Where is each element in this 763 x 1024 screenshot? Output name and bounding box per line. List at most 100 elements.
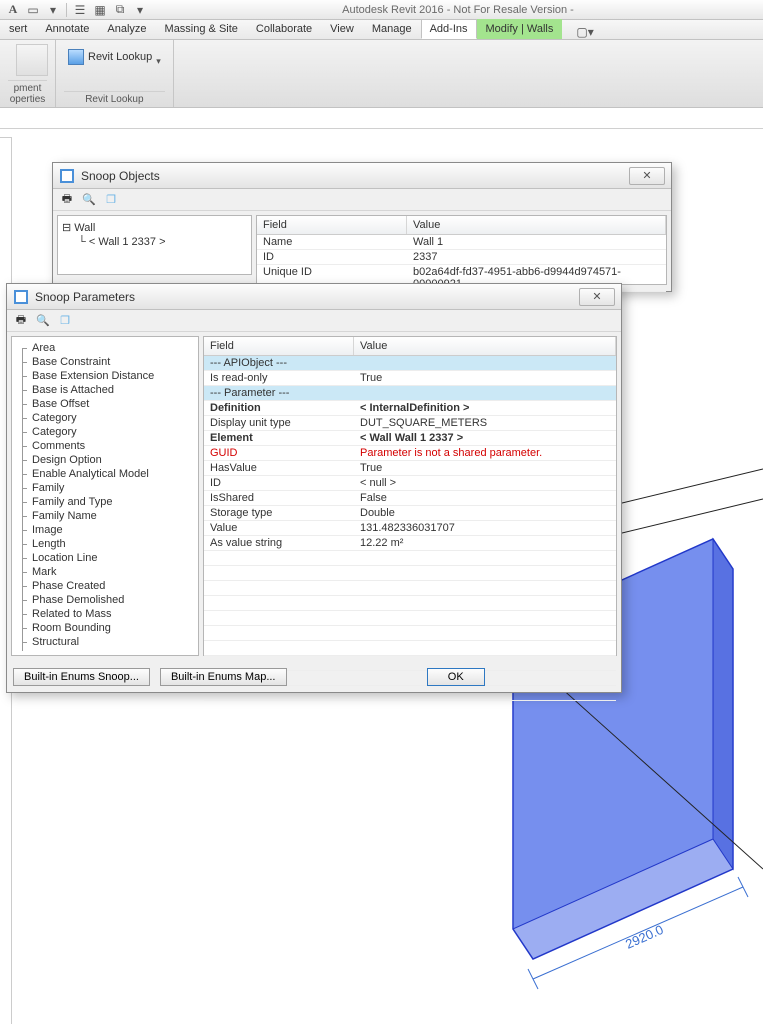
- list-item[interactable]: Structural Usage: [16, 649, 194, 651]
- dialog-toolbar: 🖶 🔍 ❐: [7, 310, 621, 332]
- table-row[interactable]: GUIDParameter is not a shared parameter.: [204, 446, 616, 461]
- cell-field: IsShared: [204, 491, 354, 505]
- table-row[interactable]: ID< null >: [204, 476, 616, 491]
- list-item[interactable]: Family Name: [16, 509, 194, 523]
- list-item[interactable]: Related to Mass: [16, 607, 194, 621]
- cell-field: --- Parameter ---: [204, 386, 354, 400]
- close-button[interactable]: ✕: [629, 167, 665, 185]
- tab-view[interactable]: View: [321, 19, 363, 39]
- ribbon-group-lookup: Revit Lookup ▾ Revit Lookup: [56, 40, 174, 107]
- close-icon: ✕: [592, 290, 601, 303]
- list-item[interactable]: Base Offset: [16, 397, 194, 411]
- list-item[interactable]: Image: [16, 523, 194, 537]
- list-item[interactable]: Family and Type: [16, 495, 194, 509]
- list-item[interactable]: Structural: [16, 635, 194, 649]
- cell-field: --- APIObject ---: [204, 356, 354, 370]
- table-row[interactable]: Value131.482336031707: [204, 521, 616, 536]
- ribbon-panel: pment operties Revit Lookup ▾ Revit Look…: [0, 40, 763, 108]
- table-row[interactable]: Storage typeDouble: [204, 506, 616, 521]
- text-tool-button[interactable]: A: [4, 2, 22, 18]
- tree-node-wall[interactable]: ⊟ Wall: [62, 220, 247, 235]
- table-row[interactable]: ID2337: [257, 250, 666, 265]
- properties-table[interactable]: Field Value --- APIObject ---Is read-onl…: [203, 336, 617, 656]
- cell-field: Value: [204, 521, 354, 535]
- view-toggle-icon[interactable]: ▢▾: [570, 25, 599, 39]
- list-item[interactable]: Enable Analytical Model: [16, 467, 194, 481]
- search-icon[interactable]: 🔍: [35, 313, 51, 329]
- table-row[interactable]: Display unit typeDUT_SQUARE_METERS: [204, 416, 616, 431]
- dialog-toolbar: 🖶 🔍 ❐: [53, 189, 671, 211]
- grid-icon[interactable]: ▦: [91, 2, 109, 18]
- cell-field: Definition: [204, 401, 354, 415]
- list-item[interactable]: Category: [16, 425, 194, 439]
- print-icon[interactable]: 🖶: [59, 192, 75, 208]
- close-sheet-icon[interactable]: ⧉: [111, 2, 129, 18]
- cell-value: False: [354, 491, 616, 505]
- list-item[interactable]: Length: [16, 537, 194, 551]
- list-item[interactable]: Design Option: [16, 453, 194, 467]
- dropdown-caret-icon[interactable]: ▾: [131, 2, 149, 18]
- cell-value: < null >: [354, 476, 616, 490]
- dialog-body: AreaBase ConstraintBase Extension Distan…: [7, 332, 621, 662]
- list-item[interactable]: Phase Demolished: [16, 593, 194, 607]
- table-row[interactable]: Element< Wall Wall 1 2337 >: [204, 431, 616, 446]
- table-header: Field Value: [257, 216, 666, 235]
- table-row[interactable]: Is read-onlyTrue: [204, 371, 616, 386]
- cell-field: Storage type: [204, 506, 354, 520]
- cell-value: < Wall Wall 1 2337 >: [354, 431, 616, 445]
- list-item[interactable]: Mark: [16, 565, 194, 579]
- list-item[interactable]: Room Bounding: [16, 621, 194, 635]
- dialog-icon: [59, 168, 75, 184]
- cell-field: HasValue: [204, 461, 354, 475]
- app-title: Autodesk Revit 2016 - Not For Resale Ver…: [153, 4, 763, 16]
- tab-massing-site[interactable]: Massing & Site: [156, 19, 247, 39]
- snoop-parameters-dialog: Snoop Parameters ✕ 🖶 🔍 ❐ AreaBase Constr…: [6, 283, 622, 693]
- search-icon[interactable]: 🔍: [81, 192, 97, 208]
- copy-icon[interactable]: ❐: [103, 192, 119, 208]
- tab-analyze[interactable]: Analyze: [98, 19, 155, 39]
- section-row[interactable]: --- APIObject ---: [204, 356, 616, 371]
- table-row[interactable]: Definition< InternalDefinition >: [204, 401, 616, 416]
- tab-manage[interactable]: Manage: [363, 19, 421, 39]
- align-icon[interactable]: ☰: [71, 2, 89, 18]
- list-item[interactable]: Family: [16, 481, 194, 495]
- section-row[interactable]: --- Parameter ---: [204, 386, 616, 401]
- properties-table[interactable]: Field Value NameWall 1ID2337Unique IDb02…: [256, 215, 667, 285]
- dropdown-caret-icon[interactable]: ▾: [44, 2, 62, 18]
- ok-button[interactable]: OK: [427, 668, 485, 686]
- revit-lookup-button[interactable]: Revit Lookup ▾: [64, 44, 165, 69]
- list-item[interactable]: Phase Created: [16, 579, 194, 593]
- table-row[interactable]: HasValueTrue: [204, 461, 616, 476]
- table-row[interactable]: NameWall 1: [257, 235, 666, 250]
- table-row[interactable]: As value string12.22 m²: [204, 536, 616, 551]
- dialog-titlebar[interactable]: Snoop Objects ✕: [53, 163, 671, 189]
- window-icon[interactable]: ▭: [24, 2, 42, 18]
- object-tree[interactable]: ⊟ Wall └ < Wall 1 2337 >: [57, 215, 252, 275]
- builtin-enums-map-button[interactable]: Built-in Enums Map...: [160, 668, 287, 686]
- close-icon: ✕: [642, 169, 651, 182]
- list-item[interactable]: Category: [16, 411, 194, 425]
- cell-value: 131.482336031707: [354, 521, 616, 535]
- list-item[interactable]: Base Extension Distance: [16, 369, 194, 383]
- tab-insert[interactable]: sert: [0, 19, 36, 39]
- dialog-title: Snoop Parameters: [35, 290, 579, 304]
- tab-addins[interactable]: Add-Ins: [421, 19, 477, 39]
- dialog-titlebar[interactable]: Snoop Parameters ✕: [7, 284, 621, 310]
- close-button[interactable]: ✕: [579, 288, 615, 306]
- tab-annotate[interactable]: Annotate: [36, 19, 98, 39]
- builtin-enums-snoop-button[interactable]: Built-in Enums Snoop...: [13, 668, 150, 686]
- print-icon[interactable]: 🖶: [13, 313, 29, 329]
- list-item[interactable]: Comments: [16, 439, 194, 453]
- list-item[interactable]: Location Line: [16, 551, 194, 565]
- tab-collaborate[interactable]: Collaborate: [247, 19, 321, 39]
- list-item[interactable]: Area: [16, 341, 194, 355]
- copy-icon[interactable]: ❐: [57, 313, 73, 329]
- list-item[interactable]: Base Constraint: [16, 355, 194, 369]
- list-item[interactable]: Base is Attached: [16, 383, 194, 397]
- tab-modify-walls[interactable]: Modify | Walls: [477, 19, 563, 39]
- tree-node-wall-instance[interactable]: └ < Wall 1 2337 >: [62, 235, 247, 249]
- cell-value: < InternalDefinition >: [354, 401, 616, 415]
- table-row[interactable]: IsSharedFalse: [204, 491, 616, 506]
- parameter-list[interactable]: AreaBase ConstraintBase Extension Distan…: [11, 336, 199, 656]
- properties-button[interactable]: [8, 44, 56, 76]
